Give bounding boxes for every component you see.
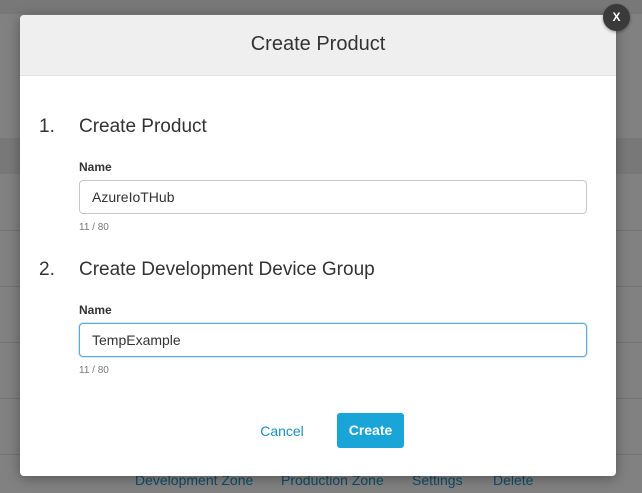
dialog-title: Create Product: [250, 33, 386, 55]
device-group-name-char-count: 11 / 80: [79, 365, 109, 376]
step-number: 1.: [39, 116, 55, 137]
product-name-input[interactable]: [79, 180, 587, 214]
device-group-name-label: Name: [79, 303, 112, 317]
product-name-char-count: 11 / 80: [79, 222, 109, 233]
product-name-label: Name: [79, 160, 112, 174]
section-title-create-product: Create Product: [79, 116, 207, 137]
device-group-name-input[interactable]: [79, 323, 587, 357]
create-button[interactable]: Create: [337, 413, 404, 448]
create-product-dialog: Create Product 1. Create Product Name 11…: [20, 15, 616, 476]
step-number: 2.: [39, 259, 55, 280]
section-title-create-device-group: Create Development Device Group: [79, 259, 375, 280]
cancel-button[interactable]: Cancel: [248, 416, 316, 446]
dialog-header: Create Product: [20, 15, 616, 76]
close-icon[interactable]: X: [603, 4, 630, 31]
